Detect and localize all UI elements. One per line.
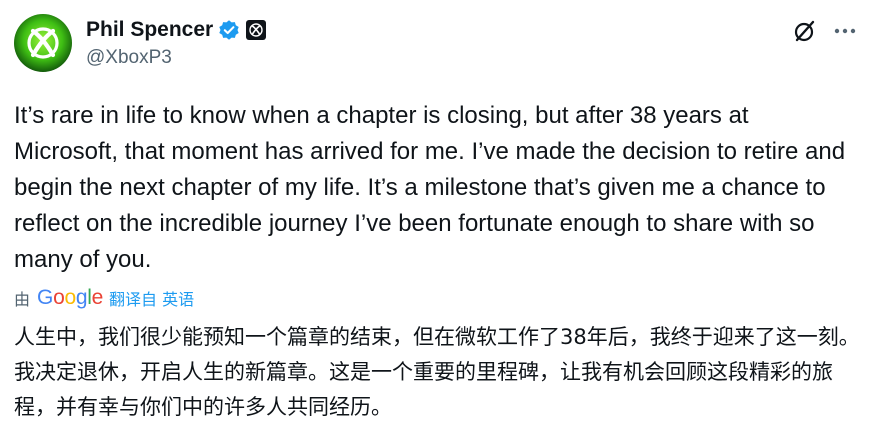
author-block: Phil Spencer @XboxP3 bbox=[86, 16, 267, 69]
xbox-logo-icon bbox=[27, 27, 59, 59]
author-handle[interactable]: @XboxP3 bbox=[86, 47, 266, 69]
post-text: It’s rare in life to know when a chapter… bbox=[14, 102, 846, 273]
translated-by-label: 由 bbox=[14, 290, 31, 309]
name-row: Phil Spencer bbox=[86, 16, 267, 44]
grok-icon[interactable] bbox=[792, 18, 818, 44]
post-header: Phil Spencer @XboxP3 bbox=[14, 10, 858, 76]
translated-text: 人生中，我们很少能预知一个篇章的结束，但在微软工作了38年后，我终于迎来了这一刻… bbox=[14, 325, 860, 419]
translation-source-link[interactable]: 翻译自 英语 bbox=[109, 286, 194, 310]
verified-badge-icon[interactable] bbox=[218, 19, 240, 41]
post-actions bbox=[792, 18, 858, 44]
xbox-affiliation-badge-icon[interactable] bbox=[246, 20, 267, 40]
translation-attribution: 由 Google 翻译自 英语 bbox=[14, 286, 194, 310]
google-logo: Google bbox=[37, 286, 103, 309]
more-icon[interactable] bbox=[832, 18, 858, 44]
avatar[interactable] bbox=[14, 14, 72, 72]
author-name[interactable]: Phil Spencer bbox=[86, 18, 213, 42]
